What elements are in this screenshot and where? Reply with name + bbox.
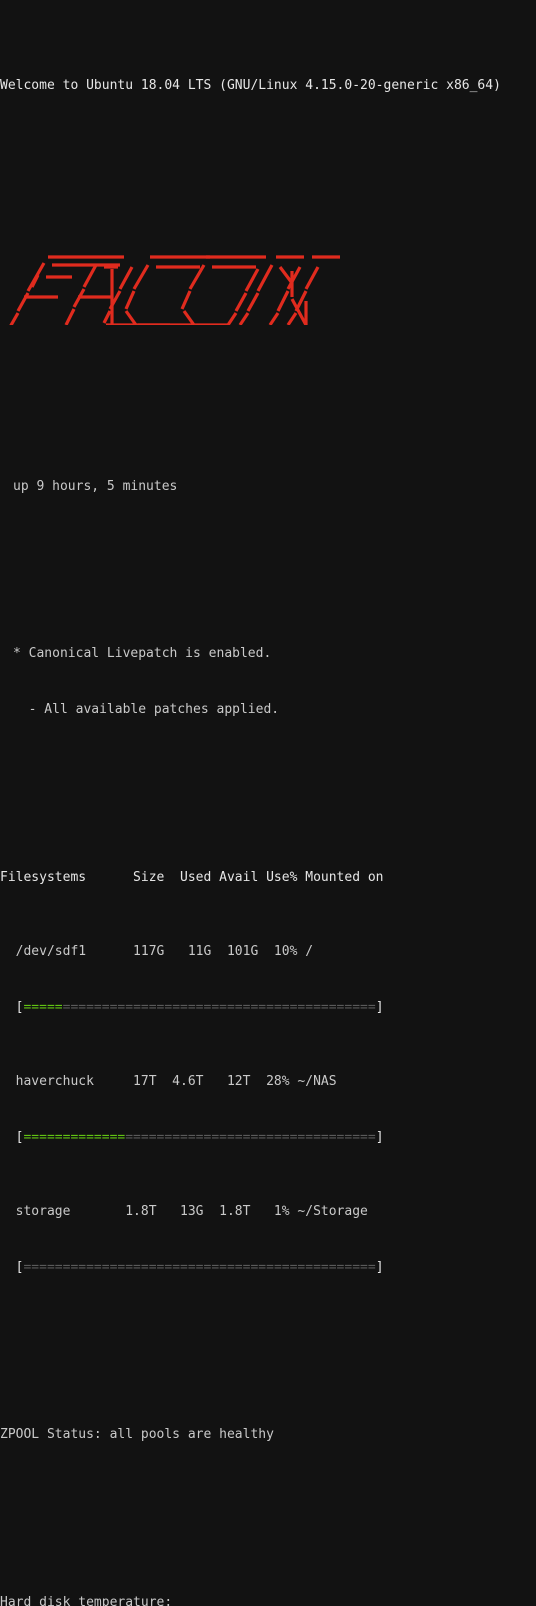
falcon-ascii-banner bbox=[0, 245, 536, 330]
zpool-status-line: ZPOOL Status: all pools are healthy bbox=[0, 1427, 274, 1443]
bar-empty: ======================================== bbox=[62, 999, 376, 1015]
filesystem-usage-bar: [=======================================… bbox=[0, 1259, 536, 1278]
bar-bracket-open: [ bbox=[0, 999, 24, 1015]
bar-bracket-open: [ bbox=[0, 1129, 24, 1145]
bar-filled: ===== bbox=[23, 999, 63, 1015]
filesystems-header: Filesystems Size Used Avail Use% Mounted… bbox=[0, 869, 384, 885]
filesystem-usage-bar: [=======================================… bbox=[0, 999, 536, 1018]
bar-bracket-open: [ bbox=[0, 1260, 24, 1275]
filesystem-row: storage 1.8T 13G 1.8T 1% ~/Storage bbox=[0, 1204, 368, 1220]
bar-bracket-close: ] bbox=[375, 999, 384, 1015]
livepatch-headline: * Canonical Livepatch is enabled. bbox=[13, 646, 272, 662]
filesystem-row: haverchuck 17T 4.6T 12T 28% ~/NAS bbox=[0, 1074, 337, 1090]
livepatch-detail: - All available patches applied. bbox=[13, 702, 280, 718]
filesystem-row: /dev/sdf1 117G 11G 101G 10% / bbox=[0, 943, 314, 959]
bar-bracket-close: ] bbox=[375, 1129, 384, 1145]
bar-empty: ========================================… bbox=[23, 1260, 376, 1275]
terminal-window[interactable]: Welcome to Ubuntu 18.04 LTS (GNU/Linux 4… bbox=[0, 0, 536, 1606]
bar-empty: ================================ bbox=[125, 1129, 376, 1145]
filesystem-usage-bar: [=======================================… bbox=[0, 1129, 536, 1148]
bar-bracket-close: ] bbox=[375, 1260, 384, 1275]
welcome-line: Welcome to Ubuntu 18.04 LTS (GNU/Linux 4… bbox=[0, 78, 501, 94]
uptime-line: up 9 hours, 5 minutes bbox=[13, 479, 178, 495]
bar-filled: ============= bbox=[23, 1129, 126, 1145]
temperature-title: Hard disk temperature: bbox=[0, 1594, 173, 1606]
